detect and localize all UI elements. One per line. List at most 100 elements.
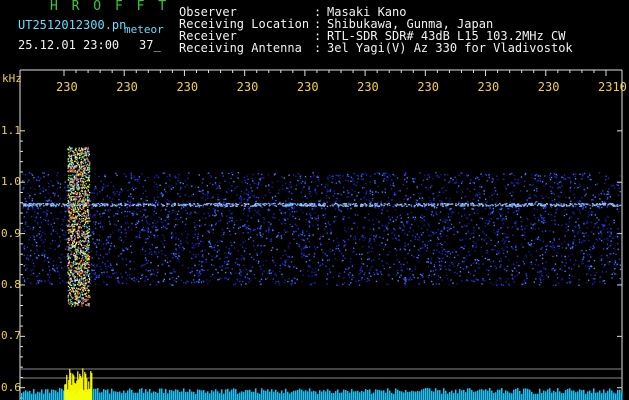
noise-speck (272, 259, 274, 262)
carrier-speck (254, 205, 256, 207)
noise-speck (544, 175, 546, 177)
carrier-speck (405, 203, 407, 205)
carrier-speck (349, 203, 352, 205)
echo-speck (69, 150, 71, 152)
noise-speck (175, 224, 177, 226)
noise-speck (502, 284, 505, 286)
noise-speck (551, 242, 554, 244)
noise-speck (189, 213, 191, 215)
noise-speck (185, 282, 187, 284)
noise-speck (606, 206, 608, 208)
noise-speck (387, 204, 389, 207)
noise-speck (357, 214, 359, 216)
noise-speck (430, 258, 432, 260)
noise-speck (329, 223, 331, 226)
noise-speck (208, 207, 210, 210)
noise-speck (600, 259, 602, 261)
noise-speck (599, 238, 601, 240)
echo-speck (81, 278, 83, 280)
noise-speck (40, 280, 43, 282)
noise-speck (164, 273, 166, 275)
noise-speck (62, 220, 65, 223)
noise-speck (588, 269, 590, 271)
noise-speck (169, 283, 171, 285)
noise-speck (426, 229, 429, 231)
carrier-speck (220, 203, 223, 205)
noise-speck (406, 234, 409, 236)
noise-speck (245, 240, 247, 242)
echo-speck (70, 265, 72, 268)
noise-speck (63, 186, 66, 188)
carrier-speck (540, 204, 543, 207)
carrier-speck (611, 203, 613, 205)
carrier-speck (251, 205, 254, 207)
carrier-speck (99, 205, 102, 207)
noise-speck (458, 247, 461, 250)
noise-speck (326, 232, 328, 234)
noise-speck (118, 282, 120, 284)
noise-speck (353, 173, 355, 175)
noise-speck (534, 228, 536, 230)
noise-speck (516, 264, 518, 266)
noise-speck (273, 174, 276, 176)
noise-speck (526, 225, 528, 227)
noise-speck (90, 280, 93, 282)
noise-speck (308, 221, 311, 224)
noise-speck (258, 210, 260, 212)
noise-speck (57, 182, 59, 184)
noise-speck (398, 235, 400, 237)
noise-speck (261, 251, 263, 253)
noise-speck (459, 222, 461, 224)
noise-speck (587, 216, 589, 218)
noise-speck (355, 184, 357, 186)
noise-speck (174, 271, 176, 273)
noise-speck (310, 195, 312, 197)
noise-speck (310, 214, 312, 217)
noise-speck (522, 246, 524, 248)
carrier-speck (513, 204, 515, 206)
noise-speck (435, 273, 437, 275)
noise-speck (438, 261, 441, 263)
noise-speck (531, 263, 533, 266)
noise-speck (422, 179, 425, 181)
noise-speck (512, 248, 514, 250)
noise-speck (62, 268, 65, 270)
noise-speck (38, 254, 40, 257)
noise-speck (529, 197, 531, 199)
noise-speck (36, 222, 39, 224)
noise-speck (587, 260, 589, 262)
noise-speck (155, 199, 158, 202)
noise-speck (538, 277, 541, 280)
noise-speck (96, 210, 98, 212)
noise-speck (236, 194, 238, 196)
carrier-speck (516, 203, 519, 205)
noise-speck (475, 246, 477, 249)
noise-speck (600, 255, 603, 257)
noise-speck (441, 246, 443, 249)
noise-speck (609, 253, 611, 255)
noise-speck (268, 231, 270, 233)
noise-speck (141, 273, 143, 275)
noise-speck (577, 233, 579, 235)
noise-speck (169, 174, 171, 176)
noise-speck (168, 223, 170, 225)
noise-speck (209, 239, 211, 242)
noise-speck (604, 264, 606, 266)
noise-speck (564, 255, 566, 258)
noise-speck (441, 205, 443, 207)
carrier-speck (259, 204, 261, 206)
carrier-speck (428, 204, 430, 206)
noise-speck (142, 192, 144, 195)
noise-speck (456, 191, 458, 193)
noise-speck (430, 260, 432, 262)
noise-speck (170, 252, 173, 255)
noise-speck (133, 210, 135, 213)
noise-speck (392, 237, 394, 240)
noise-speck (298, 218, 300, 220)
noise-speck (368, 251, 370, 253)
noise-speck (402, 229, 405, 231)
noise-speck (208, 241, 211, 243)
noise-speck (406, 177, 408, 179)
noise-speck (585, 193, 587, 195)
noise-speck (574, 175, 576, 178)
